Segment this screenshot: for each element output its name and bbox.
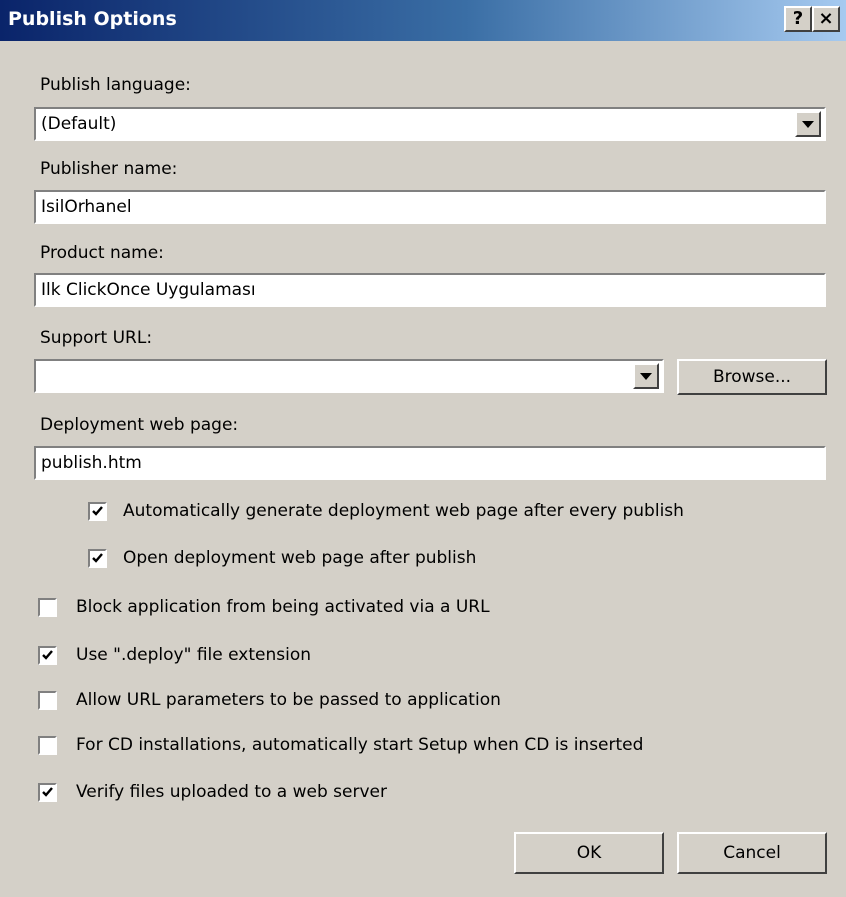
checkmark-icon <box>42 650 53 660</box>
support-url-dropdown-button[interactable] <box>633 363 659 389</box>
deployment-page-field[interactable]: publish.htm <box>34 446 826 480</box>
publish-options-dialog: Publish Options ? × Publish language: (D… <box>0 0 846 897</box>
use-deploy-extension-checkbox[interactable] <box>38 646 57 665</box>
deployment-page-label: Deployment web page: <box>40 415 239 435</box>
chevron-down-icon <box>640 373 652 380</box>
open-after-publish-checkbox[interactable] <box>88 549 107 568</box>
product-name-label: Product name: <box>40 243 164 263</box>
cd-autostart-checkbox[interactable] <box>38 736 57 755</box>
publish-language-select[interactable]: (Default) <box>34 107 826 141</box>
close-button[interactable]: × <box>812 6 840 32</box>
publish-language-value: (Default) <box>41 114 117 134</box>
allow-url-parameters-checkbox[interactable] <box>38 691 57 710</box>
browse-button[interactable]: Browse... <box>677 359 827 395</box>
block-url-activation-checkbox[interactable] <box>38 598 57 617</box>
checkmark-icon <box>92 506 103 516</box>
auto-generate-checkbox[interactable] <box>88 502 107 521</box>
open-after-publish-label: Open deployment web page after publish <box>123 548 477 568</box>
support-url-field[interactable] <box>34 359 664 393</box>
cancel-button[interactable]: Cancel <box>677 832 827 874</box>
publish-language-dropdown-button[interactable] <box>795 111 821 137</box>
product-name-field[interactable]: Ilk ClickOnce Uygulaması <box>34 273 826 307</box>
use-deploy-extension-label: Use ".deploy" file extension <box>76 645 312 665</box>
publisher-name-label: Publisher name: <box>40 159 178 179</box>
support-url-label: Support URL: <box>40 328 153 348</box>
checkmark-icon <box>42 787 53 797</box>
ok-button[interactable]: OK <box>514 832 664 874</box>
window-title: Publish Options <box>8 8 177 30</box>
allow-url-parameters-label: Allow URL parameters to be passed to app… <box>76 690 501 710</box>
help-button[interactable]: ? <box>784 6 812 32</box>
verify-uploads-label: Verify files uploaded to a web server <box>76 782 387 802</box>
verify-uploads-checkbox[interactable] <box>38 783 57 802</box>
title-bar: Publish Options ? × <box>0 0 846 41</box>
publish-language-label: Publish language: <box>40 75 191 95</box>
checkmark-icon <box>92 553 103 563</box>
block-url-activation-label: Block application from being activated v… <box>76 597 490 617</box>
publisher-name-field[interactable]: IsilOrhanel <box>34 190 826 224</box>
cd-autostart-label: For CD installations, automatically star… <box>76 735 644 755</box>
auto-generate-label: Automatically generate deployment web pa… <box>123 501 684 521</box>
chevron-down-icon <box>802 121 814 128</box>
